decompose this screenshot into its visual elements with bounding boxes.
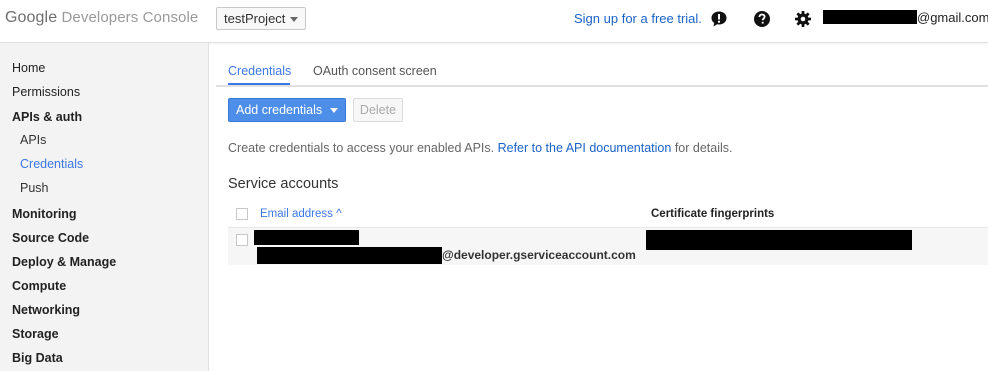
column-header-fingerprints: Certificate fingerprints [651,208,775,220]
sidebar-item-networking[interactable]: Networking [12,303,80,317]
sort-ascending-icon: ^ [336,208,342,220]
tab-credentials[interactable]: Credentials [228,64,291,78]
description-suffix: for details. [674,141,733,155]
logo-google-text: Google [5,9,58,26]
column-header-email[interactable]: Email address ^ [260,208,341,220]
account-domain: @gmail.com [917,10,988,25]
tab-oauth-consent-screen[interactable]: OAuth consent screen [313,64,437,78]
chevron-down-icon [290,17,298,22]
sidebar-item-storage[interactable]: Storage [12,327,59,341]
sidebar-item-home[interactable]: Home [12,61,45,75]
api-documentation-link[interactable]: Refer to the API documentation [498,141,672,155]
redacted-fingerprint [646,230,912,250]
add-credentials-button[interactable]: Add credentials [228,98,346,122]
credentials-description: Create credentials to access your enable… [228,141,732,155]
table-header: Email address ^ Certificate fingerprints [228,203,988,228]
sidebar-item-deploy-manage[interactable]: Deploy & Manage [12,255,116,269]
help-icon[interactable] [753,10,771,28]
settings-gear-icon[interactable] [794,10,812,28]
add-credentials-label: Add credentials [236,103,323,117]
sidebar-item-permissions[interactable]: Permissions [12,85,80,99]
project-name: testProject [224,11,286,26]
sidebar-item-compute[interactable]: Compute [12,279,66,293]
description-text: Create credentials to access your enable… [228,141,495,155]
feedback-icon[interactable] [710,10,728,28]
sidebar-item-push[interactable]: Push [20,181,49,195]
main-content: Credentials OAuth consent screen Add cre… [216,43,988,371]
sidebar-item-big-data[interactable]: Big Data [12,351,63,365]
account-email[interactable]: @gmail.com [823,10,988,25]
redacted-account-name [823,10,917,24]
service-accounts-heading: Service accounts [228,176,339,192]
active-tab-indicator [228,83,290,85]
table-row[interactable]: @developer.gserviceaccount.com [228,228,988,265]
chevron-down-icon [330,108,338,113]
sidebar-item-monitoring[interactable]: Monitoring [12,207,77,221]
signup-link[interactable]: Sign up for a free trial. [574,11,702,26]
delete-button[interactable]: Delete [353,98,403,122]
row-checkbox[interactable] [236,234,248,246]
top-bar: Google Developers Console testProject Si… [0,0,988,43]
sidebar-item-apis-auth[interactable]: APIs & auth [12,110,82,124]
redacted-account-name [254,230,359,245]
sidebar-item-apis[interactable]: APIs [20,133,46,147]
sidebar-item-source-code[interactable]: Source Code [12,231,89,245]
project-selector[interactable]: testProject [216,7,306,30]
sidebar-item-credentials[interactable]: Credentials [20,157,83,171]
sidebar: Home Permissions APIs & auth APIs Creden… [0,43,209,371]
email-header-label: Email address [260,208,333,220]
app-logo[interactable]: Google Developers Console [5,9,198,27]
redacted-account-id [257,247,442,264]
tab-bar: Credentials OAuth consent screen [216,43,988,87]
service-account-domain: @developer.gserviceaccount.com [442,248,636,262]
select-all-checkbox[interactable] [236,208,248,220]
logo-product-text: Developers Console [61,9,199,26]
